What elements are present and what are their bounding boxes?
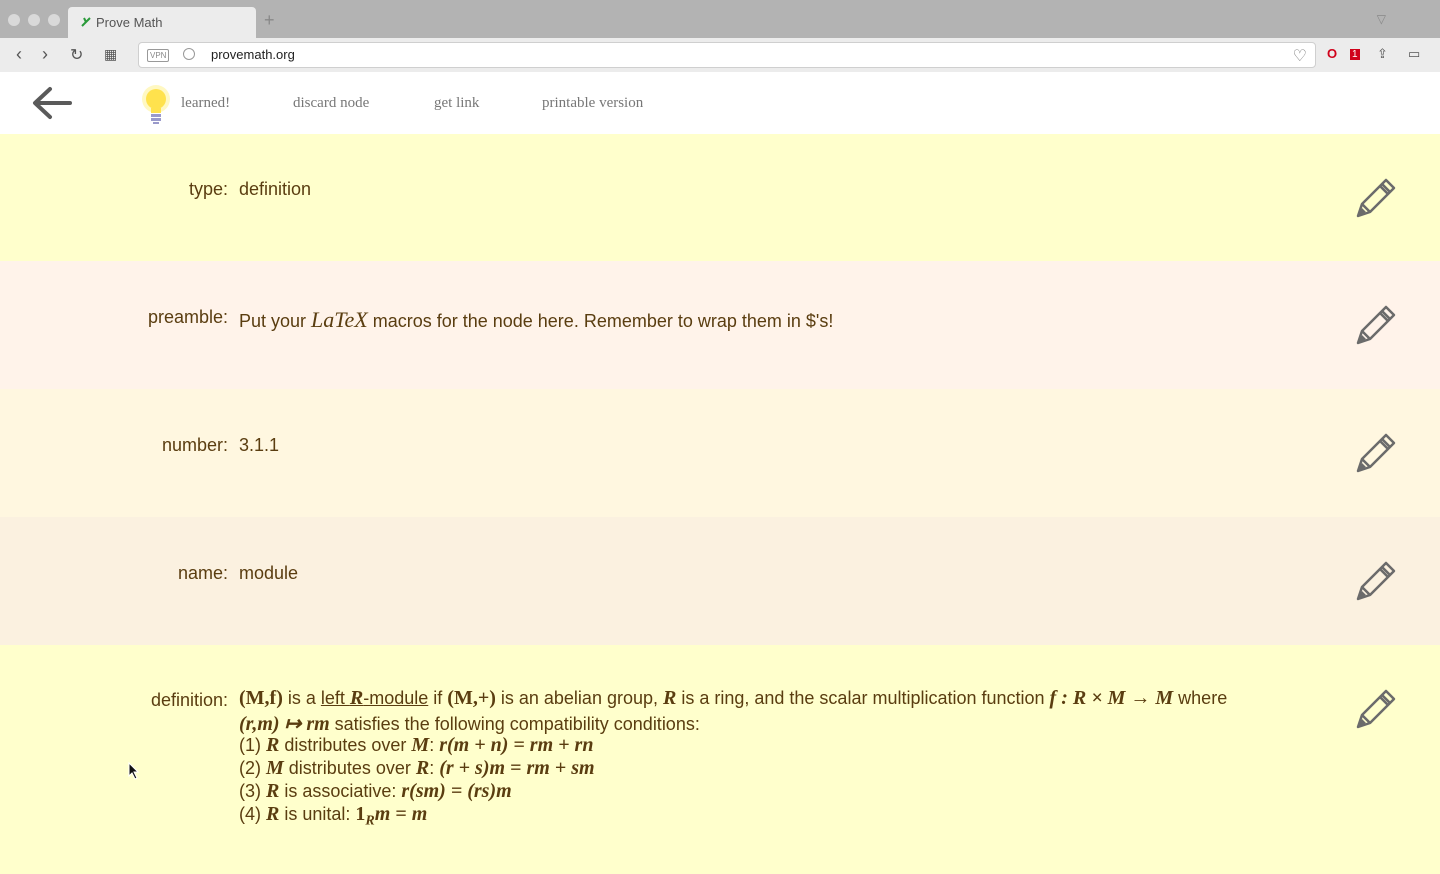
definition-text: :: [429, 735, 440, 755]
left-r-module-link[interactable]: left R-module: [320, 687, 429, 709]
mouse-cursor-icon: [128, 762, 140, 780]
math-expression: M: [411, 734, 430, 756]
math-expression: R: [266, 803, 280, 825]
field-value[interactable]: definition: [239, 179, 311, 200]
share-icon[interactable]: ⇪: [1377, 46, 1388, 62]
definition-text: is a: [282, 688, 321, 708]
field-label: definition:: [150, 690, 228, 710]
field-label: number:: [161, 435, 228, 455]
field-value[interactable]: Put your LaTeX macros for the node here.…: [239, 307, 833, 333]
maximize-window-button[interactable]: [48, 14, 60, 26]
math-expression: M: [266, 757, 284, 779]
address-bar[interactable]: VPN provemath.org ♡: [138, 42, 1316, 68]
definition-text: distributes over: [279, 735, 412, 755]
condition-4[interactable]: (4) R is unital: 1Rm = m: [239, 803, 427, 830]
math-expression: r(m + n) = rm + rn: [439, 734, 594, 756]
definition-text: is an abelian group,: [495, 688, 663, 708]
condition-3[interactable]: (3) R is associative: r(sm) = (rs)m: [239, 780, 512, 803]
tab-menu-icon[interactable]: ▽: [1377, 12, 1386, 26]
definition-text: if: [428, 688, 448, 708]
reload-icon[interactable]: ↻: [70, 45, 83, 65]
definition-text: is a ring, and the scalar multiplication…: [676, 688, 1050, 708]
browser-chrome: Prove Math + ▽ ‹ › ↻ ▦ VPN provemath.org…: [0, 0, 1440, 73]
math-expression: 1: [355, 803, 366, 825]
new-tab-button[interactable]: +: [264, 10, 275, 31]
bookmark-heart-icon[interactable]: ♡: [1293, 46, 1307, 66]
definition-text: is associative:: [279, 781, 402, 801]
battery-icon[interactable]: ▭: [1408, 46, 1420, 62]
opera-icon[interactable]: O: [1327, 46, 1337, 61]
adblock-badge-icon[interactable]: 1: [1350, 49, 1360, 60]
field-value[interactable]: module: [239, 563, 298, 584]
lightbulb-icon[interactable]: [140, 84, 172, 126]
field-label: preamble:: [147, 307, 228, 327]
back-arrow-icon[interactable]: [30, 86, 74, 120]
preamble-text-after: macros for the node here. Remember to wr…: [367, 311, 834, 331]
link-text: left: [320, 688, 350, 708]
edit-pencil-icon[interactable]: [1352, 557, 1400, 605]
math-expression: R: [663, 687, 677, 709]
definition-text: distributes over: [283, 758, 416, 778]
minimize-window-button[interactable]: [28, 14, 40, 26]
field-row-preamble: preamble: Put your LaTeX macros for the …: [0, 261, 1440, 389]
edit-pencil-icon[interactable]: [1352, 174, 1400, 222]
definition-text: where: [1173, 688, 1228, 708]
app-nav-bar: learned! discard node get link printable…: [0, 72, 1440, 134]
math-expression: R: [349, 687, 364, 709]
vpn-badge[interactable]: VPN: [147, 49, 170, 62]
math-expression: r(sm) = (rs)m: [401, 780, 512, 802]
speed-dial-icon[interactable]: ▦: [104, 46, 117, 63]
field-row-definition: definition: (M,f) is a left R-module if …: [0, 645, 1440, 874]
browser-tab[interactable]: Prove Math: [68, 7, 256, 38]
field-row-number: number: 3.1.1: [0, 389, 1440, 517]
field-row-name: name: module: [0, 517, 1440, 645]
math-expression: R: [266, 780, 280, 802]
tab-title: Prove Math: [96, 15, 163, 30]
math-subscript: R: [365, 813, 375, 829]
edit-pencil-icon[interactable]: [1352, 685, 1400, 733]
favicon-icon: [81, 17, 91, 27]
math-expression: m = m: [374, 803, 428, 825]
definition-line-1[interactable]: (M,f) is a left R-module if (M,+) is an …: [239, 687, 1227, 710]
url-text[interactable]: provemath.org: [211, 47, 295, 62]
field-row-type: type: definition: [0, 134, 1440, 261]
edit-pencil-icon[interactable]: [1352, 301, 1400, 349]
math-expression: R: [266, 734, 280, 756]
math-expression: (r + s)m = rm + sm: [439, 757, 595, 779]
definition-text: satisfies the following compatibility co…: [329, 714, 700, 734]
forward-nav-icon[interactable]: ›: [42, 44, 48, 65]
math-expression: (M,f): [239, 687, 283, 709]
math-expression: f : R × M → M: [1049, 687, 1174, 709]
discard-node-link[interactable]: discard node: [293, 95, 369, 112]
math-expression: (M,+): [447, 687, 496, 709]
browser-toolbar: ‹ › ↻ ▦ VPN provemath.org ♡ O 1 ⇪ ▭: [0, 38, 1440, 73]
math-expression: R: [415, 757, 430, 779]
globe-icon: [183, 48, 195, 60]
printable-version-link[interactable]: printable version: [542, 95, 643, 112]
condition-number: (3): [239, 781, 266, 801]
preamble-text-before: Put your: [239, 311, 312, 331]
field-label: name:: [177, 563, 228, 583]
definition-text: :: [429, 758, 440, 778]
tab-strip: Prove Math + ▽: [0, 0, 1440, 38]
close-window-button[interactable]: [8, 14, 20, 26]
get-link-link[interactable]: get link: [434, 95, 479, 112]
condition-number: (4): [239, 804, 266, 824]
definition-text: is unital:: [279, 804, 356, 824]
condition-2[interactable]: (2) M distributes over R: (r + s)m = rm …: [239, 757, 595, 780]
back-nav-icon[interactable]: ‹: [16, 44, 22, 65]
edit-pencil-icon[interactable]: [1352, 429, 1400, 477]
condition-number: (1): [239, 735, 266, 755]
latex-logo: LaTeX: [311, 307, 368, 332]
field-value[interactable]: 3.1.1: [239, 435, 279, 456]
field-label: type:: [188, 179, 228, 199]
link-text: -module: [363, 688, 429, 708]
condition-number: (2): [239, 758, 266, 778]
condition-1[interactable]: (1) R distributes over M: r(m + n) = rm …: [239, 734, 593, 757]
math-expression: (r,m) ↦ rm: [239, 713, 330, 735]
definition-line-2[interactable]: (r,m) ↦ rm satisfies the following compa…: [239, 711, 700, 736]
learned-link[interactable]: learned!: [181, 95, 230, 112]
